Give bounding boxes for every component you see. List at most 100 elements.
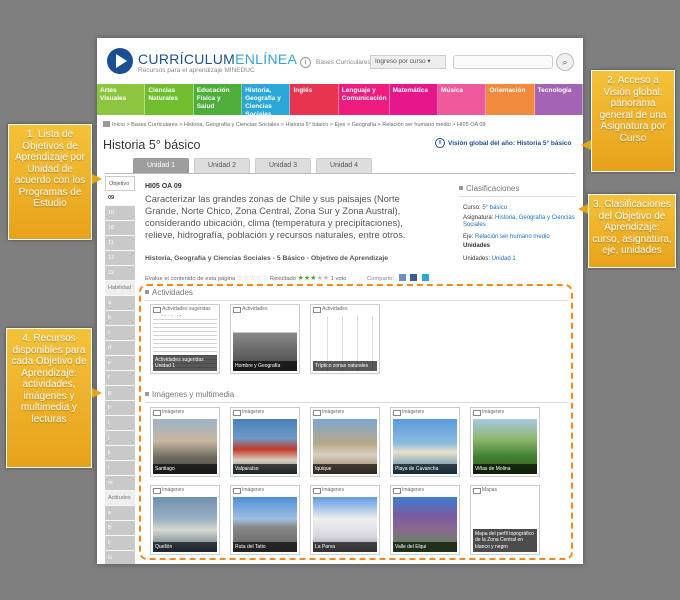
divider [145,402,569,403]
card-header: Mapas [471,486,539,495]
resource-card[interactable]: Imágenes La Parva [310,485,380,555]
unidad-link[interactable]: Unidad 1 [492,256,516,262]
nav-item-8[interactable]: Orientación [486,84,535,115]
resource-card[interactable]: Actividades Tríptico zonas naturales [310,304,380,374]
clas-unidades: Unidades: Unidad 1 [463,256,575,263]
objective-list-item[interactable]: f [105,371,135,386]
vision-global-link[interactable]: Visión global del año: Historia 5° básic… [448,140,571,147]
clasificaciones-title: Clasificaciones [459,184,519,193]
search-icon[interactable]: ⌕ [556,53,574,71]
home-icon[interactable] [103,121,110,127]
email-icon[interactable] [398,274,406,281]
facebook-icon[interactable] [410,274,418,281]
tab-unidad-3[interactable]: Unidad 3 [255,158,311,173]
resource-card[interactable]: Imágenes Iquique [310,407,380,477]
info-icon[interactable]: i [300,57,311,68]
site-logo[interactable]: CURRÍCULUMENLÍNEA [138,51,297,67]
objective-list-item[interactable]: g [105,386,135,401]
oa-description: Caracterizar las grandes zonas de Chile … [145,194,406,240]
nav-item-7[interactable]: Música [437,84,487,115]
logo-arrow-icon[interactable] [107,48,133,74]
resource-card[interactable]: Imágenes Santiago [150,407,220,477]
tab-unidad-2[interactable]: Unidad 2 [194,158,250,173]
logo-text: CURRÍCULUM [138,51,236,67]
objective-list-item[interactable]: 11 [105,236,135,251]
search-input[interactable] [453,55,553,69]
breadcrumb-text[interactable]: Inicio > Bases Curriculares > Historia, … [112,122,485,128]
objective-list-item[interactable]: e [105,356,135,371]
nav-item-6[interactable]: Matemática [389,84,438,115]
objective-list-item[interactable]: 09 [105,191,135,206]
callout-arrow [92,174,102,184]
nav-item-2[interactable]: Educación Física y Salud [193,84,243,115]
breadcrumb[interactable]: Inicio > Bases Curriculares > Historia, … [103,121,485,128]
subject-nav: Artes Visuales Ciencias Naturales Educació… [97,84,583,118]
card-header: Actividades sugeridas Unidad 1 [151,305,219,321]
nav-item-0[interactable]: Artes Visuales [97,84,146,115]
objective-list: Objetivo 09 10 16 11 12 22 Habilidad a b c d e f g h i j k… [105,176,135,564]
card-header: Actividades [311,305,379,314]
objective-list-item[interactable]: h [105,401,135,416]
info-icon[interactable]: i [435,138,445,148]
clas-curso: Curso: 5° básico [463,205,575,212]
card-header: Imágenes [311,486,379,495]
nav-item-4[interactable]: Inglés [290,84,339,115]
resource-card[interactable]: Mapas Mapa del perfil topográfico de la Z… [470,485,540,555]
tab-unidad-4[interactable]: Unidad 4 [316,158,372,173]
nav-item-1[interactable]: Ciencias Naturales [145,84,194,115]
card-header: Imágenes [391,408,459,417]
objective-list-item[interactable]: 16 [105,221,135,236]
rating-stars-input[interactable]: ☆☆☆☆☆ [237,275,268,282]
imagenes-title: Imágenes y multimedia [145,390,234,399]
nav-item-3[interactable]: Historia, Geografía y Ciencias Sociales [242,84,291,118]
tab-unidad-1[interactable]: Unidad 1 [133,158,189,173]
curso-link[interactable]: 5° básico [482,205,507,211]
objective-list-item[interactable]: k [105,446,135,461]
card-caption: Santiago [153,464,217,474]
resource-card[interactable]: Imágenes Quellón [150,485,220,555]
label: Curso: [463,205,481,211]
oa-code: HI05 OA 09 [145,183,182,190]
objective-list-item[interactable]: d [105,341,135,356]
objective-list-item[interactable]: 12 [105,251,135,266]
eje-link[interactable]: Relación ser humano medio [475,234,550,240]
callout-arrow [92,388,102,398]
twitter-icon[interactable] [421,274,429,281]
objective-list-item[interactable]: m [105,476,135,491]
objective-list-item[interactable]: a [105,506,135,521]
objective-list-item[interactable]: c [105,326,135,341]
objective-list-item[interactable]: F [105,536,135,551]
objective-list-item[interactable]: G [105,551,135,564]
card-header: Imágenes [391,486,459,495]
resource-card[interactable]: Actividades Hombre y Geografía [230,304,300,374]
callout-3: 3. Clasificaciones del Objetivo de Apren… [588,194,676,268]
card-caption: Iquique [313,464,377,474]
bases-curriculares-link[interactable]: Bases Curriculares [316,59,371,66]
objective-list-item[interactable]: 22 [105,266,135,281]
card-header: Actividades [231,305,299,314]
resource-card[interactable]: Actividades sugeridas Unidad 1 Actividade… [150,304,220,374]
card-caption: Tríptico zonas naturales [313,361,377,371]
objective-list-item[interactable]: 10 [105,206,135,221]
ingreso-por-curso-select[interactable]: Ingreso por curso ▾ [370,55,446,69]
resource-card[interactable]: Imágenes Valparaíso [230,407,300,477]
objective-list-item: Actitudes [105,491,135,506]
card-caption: Ruta del Tatio [233,542,297,552]
nav-item-9[interactable]: Tecnología [534,84,583,115]
objective-list-item: Objetivo [105,176,135,191]
objective-list-item[interactable]: b [105,311,135,326]
divider [459,196,575,197]
objective-list-item[interactable]: B [105,521,135,536]
resource-card[interactable]: Imágenes Ruta del Tatio [230,485,300,555]
objective-list-item[interactable]: l [105,461,135,476]
resource-card[interactable]: Imágenes Viñas de Molina [470,407,540,477]
objective-list-item[interactable]: j [105,431,135,446]
oa-source: Historia, Geografía y Ciencias Sociales … [145,255,389,262]
objective-list-item[interactable]: i [105,416,135,431]
card-caption: Valle del Elqui [393,542,457,552]
objective-list-item[interactable]: a [105,296,135,311]
resource-card[interactable]: Imágenes Playa de Cavancha [390,407,460,477]
nav-item-5[interactable]: Lenguaje y Comunicación [338,84,390,115]
objective-list-item: Habilidad [105,281,135,296]
resource-card[interactable]: Imágenes Valle del Elqui [390,485,460,555]
